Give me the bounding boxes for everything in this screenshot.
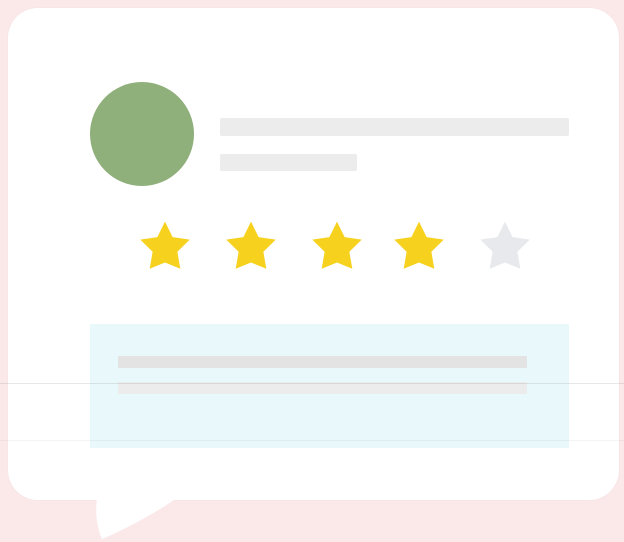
star-empty-icon bbox=[480, 221, 530, 269]
avatar bbox=[90, 82, 194, 186]
star-icon bbox=[312, 221, 362, 269]
star-icon bbox=[140, 221, 190, 269]
scan-line bbox=[0, 440, 624, 441]
speech-bubble-tail bbox=[96, 478, 196, 539]
star-icon bbox=[394, 221, 444, 269]
review-card bbox=[8, 8, 619, 500]
comment-placeholder-line-1 bbox=[118, 356, 527, 368]
scan-line bbox=[0, 383, 624, 384]
star-icon bbox=[226, 221, 276, 269]
meta-placeholder-line bbox=[220, 154, 357, 171]
star-rating bbox=[134, 216, 536, 280]
review-comment-box bbox=[90, 324, 569, 448]
name-placeholder-line bbox=[220, 118, 569, 136]
